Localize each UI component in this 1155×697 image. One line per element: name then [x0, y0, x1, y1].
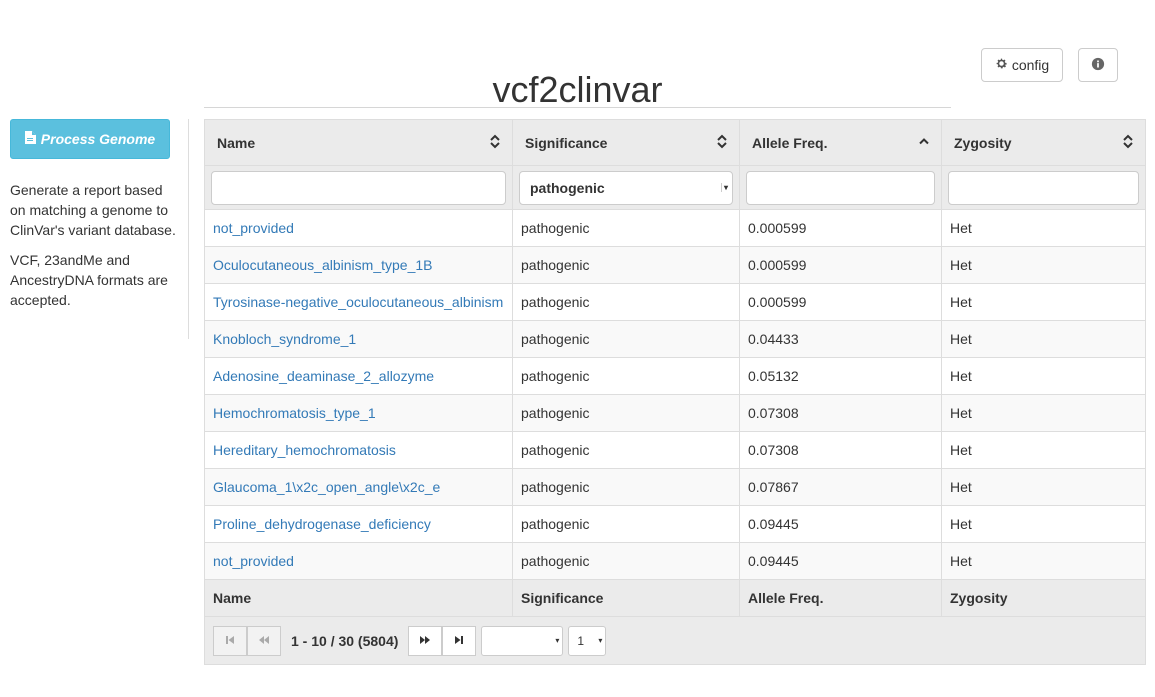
chevron-down-icon: ▾ [598, 636, 603, 645]
sort-icon [717, 134, 727, 151]
info-button[interactable] [1078, 48, 1118, 82]
prev-page-button[interactable] [247, 625, 281, 656]
row-name-link[interactable]: Knobloch_syndrome_1 [213, 331, 356, 347]
row-allele-freq: 0.000599 [739, 283, 942, 321]
row-name-link[interactable]: not_provided [213, 553, 294, 569]
row-allele-freq: 0.07308 [739, 394, 942, 432]
last-page-button[interactable] [442, 625, 477, 656]
footer-header-name: Name [204, 579, 513, 617]
row-allele-freq: 0.09445 [739, 542, 942, 580]
row-significance: pathogenic [512, 209, 740, 247]
sort-ascending-icon [919, 134, 929, 151]
name-filter-input[interactable] [211, 170, 506, 205]
row-allele-freq: 0.04433 [739, 320, 942, 358]
footer-header-significance: Significance [512, 579, 740, 617]
formats-text: VCF, 23andMe and AncestryDNA formats are… [10, 252, 168, 308]
zygosity-filter-input[interactable] [948, 170, 1139, 205]
process-genome-button[interactable]: Process Genome [10, 119, 170, 159]
allele-freq-filter-input[interactable] [746, 170, 935, 205]
sidebar-divider [188, 119, 189, 339]
row-name-link[interactable]: not_provided [213, 220, 294, 236]
info-icon [1091, 57, 1105, 74]
config-label: config [1011, 57, 1050, 73]
row-name-link[interactable]: Tyrosinase-negative_oculocutaneous_albin… [213, 294, 503, 310]
results-table-container: Name Significance Allele Freq. Zygosity … [204, 119, 1146, 665]
row-allele-freq: 0.000599 [739, 209, 942, 247]
column-header-name[interactable]: Name [204, 119, 513, 166]
sidebar-description: Generate a report based on matching a ge… [10, 180, 178, 320]
row-allele-freq: 0.000599 [739, 246, 942, 284]
row-significance: pathogenic [512, 505, 740, 543]
sort-icon [1123, 134, 1133, 151]
config-button[interactable]: config [981, 48, 1063, 82]
rewind-icon [258, 634, 270, 648]
table-row: not_provided pathogenic 0.09445 Het [204, 542, 1146, 580]
row-name-link[interactable]: Oculocutaneous_albinism_type_1B [213, 257, 432, 273]
row-zygosity: Het [941, 357, 1146, 395]
row-significance: pathogenic [512, 357, 740, 395]
row-allele-freq: 0.05132 [739, 357, 942, 395]
page-title: vcf2clinvar [204, 68, 951, 110]
row-significance: pathogenic [512, 320, 740, 358]
row-zygosity: Het [941, 542, 1146, 580]
row-name-link[interactable]: Glaucoma_1\x2c_open_angle\x2c_e [213, 479, 440, 495]
results-table: Name Significance Allele Freq. Zygosity … [204, 119, 1146, 665]
row-significance: pathogenic [512, 283, 740, 321]
page-display: 1 - 10 / 30 (5804) [291, 632, 399, 649]
table-row: not_provided pathogenic 0.000599 Het [204, 209, 1146, 247]
description-text: Generate a report based on matching a ge… [10, 182, 176, 238]
row-allele-freq: 0.07308 [739, 431, 942, 469]
row-allele-freq: 0.09445 [739, 505, 942, 543]
footer-header-zygosity: Zygosity [941, 579, 1146, 617]
row-name-link[interactable]: Hemochromatosis_type_1 [213, 405, 376, 421]
chevron-down-icon: ▾ [720, 183, 728, 192]
table-row: Hereditary_hemochromatosis pathogenic 0.… [204, 431, 1146, 469]
row-significance: pathogenic [512, 542, 740, 580]
page-size-select[interactable]: ▾ [481, 625, 564, 656]
row-significance: pathogenic [512, 468, 740, 506]
table-row: Oculocutaneous_albinism_type_1B pathogen… [204, 246, 1146, 284]
row-name-link[interactable]: Proline_dehydrogenase_deficiency [213, 516, 431, 532]
page-number-select[interactable]: 1 ▾ [568, 625, 607, 656]
table-row: Proline_dehydrogenase_deficiency pathoge… [204, 505, 1146, 543]
column-header-zygosity[interactable]: Zygosity [941, 119, 1146, 166]
process-genome-label: Process Genome [40, 131, 156, 147]
row-name-link[interactable]: Hereditary_hemochromatosis [213, 442, 396, 458]
significance-filter-select[interactable]: pathogenic ▾ [519, 170, 733, 205]
gear-icon [995, 57, 1008, 73]
next-page-button[interactable] [408, 625, 443, 656]
row-zygosity: Het [941, 246, 1146, 284]
row-significance: pathogenic [512, 394, 740, 432]
first-page-icon [225, 634, 235, 648]
table-row: Knobloch_syndrome_1 pathogenic 0.04433 H… [204, 320, 1146, 358]
column-header-significance[interactable]: Significance [512, 119, 740, 166]
column-header-allele-freq[interactable]: Allele Freq. [739, 119, 942, 166]
row-zygosity: Het [941, 209, 1146, 247]
row-zygosity: Het [941, 283, 1146, 321]
row-significance: pathogenic [512, 246, 740, 284]
row-zygosity: Het [941, 431, 1146, 469]
chevron-down-icon: ▾ [555, 636, 560, 645]
row-significance: pathogenic [512, 431, 740, 469]
row-zygosity: Het [941, 505, 1146, 543]
fast-forward-icon [419, 634, 431, 648]
pager: 1 - 10 / 30 (5804) ▾ 1 ▾ [213, 625, 1137, 656]
file-icon [24, 131, 36, 147]
table-row: Glaucoma_1\x2c_open_angle\x2c_e pathogen… [204, 468, 1146, 506]
row-allele-freq: 0.07867 [739, 468, 942, 506]
last-page-icon [454, 634, 464, 648]
footer-header-allele-freq: Allele Freq. [739, 579, 942, 617]
first-page-button[interactable] [213, 625, 247, 656]
table-row: Adenosine_deaminase_2_allozyme pathogeni… [204, 357, 1146, 395]
sort-icon [490, 134, 500, 151]
row-zygosity: Het [941, 394, 1146, 432]
row-name-link[interactable]: Adenosine_deaminase_2_allozyme [213, 368, 434, 384]
row-zygosity: Het [941, 468, 1146, 506]
table-row: Hemochromatosis_type_1 pathogenic 0.0730… [204, 394, 1146, 432]
table-row: Tyrosinase-negative_oculocutaneous_albin… [204, 283, 1146, 321]
row-zygosity: Het [941, 320, 1146, 358]
